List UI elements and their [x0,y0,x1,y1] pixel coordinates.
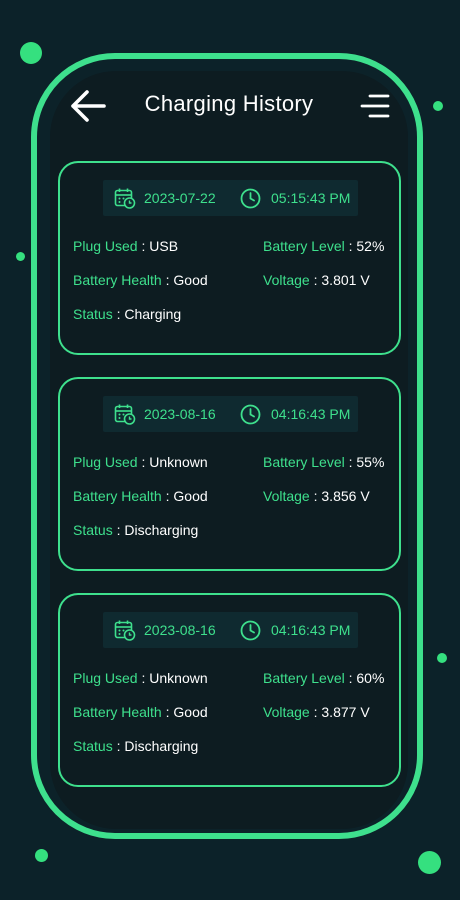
plug-used-label: Plug Used [73,454,138,470]
status-field: Status : Charging [73,306,181,322]
battery-health-label: Battery Health [73,488,162,504]
plug-used-field: Plug Used : USB [73,238,178,254]
status-field: Status : Discharging [73,738,198,754]
plug-used-field: Plug Used : Unknown [73,670,208,686]
battery-level-field: Battery Level : 52% [263,238,384,254]
clock-icon [240,188,261,209]
datetime-bar: 2023-08-16 04:16:43 PM [103,396,358,432]
clock-icon [240,404,261,425]
plug-used-label: Plug Used [73,670,138,686]
battery-health-value: Good [173,704,208,720]
voltage-value: 3.856 V [321,488,370,504]
battery-health-field: Battery Health : Good [73,704,208,720]
separator: : [137,670,150,686]
voltage-field: Voltage : 3.801 V [263,272,370,288]
separator: : [309,704,322,720]
battery-health-field: Battery Health : Good [73,272,208,288]
separator: : [112,522,125,538]
calendar-clock-icon [114,404,136,425]
status-label: Status [73,738,113,754]
decor-dot [418,851,441,874]
voltage-value: 3.801 V [321,272,370,288]
menu-icon [360,94,390,118]
battery-level-label: Battery Level [263,454,345,470]
separator: : [309,272,322,288]
status-value: Discharging [124,738,199,754]
voltage-value: 3.877 V [321,704,370,720]
decor-dot [35,849,48,862]
app-header: Charging History [50,71,408,141]
plug-used-field: Plug Used : Unknown [73,454,208,470]
status-value: Charging [124,306,182,322]
status-value: Discharging [124,522,199,538]
datetime-bar: 2023-07-22 05:15:43 PM [103,180,358,216]
battery-level-value: 55% [356,454,385,470]
decor-dot [16,252,25,261]
voltage-label: Voltage [263,272,310,288]
page-title: Charging History [144,91,314,116]
voltage-field: Voltage : 3.856 V [263,488,370,504]
battery-health-value: Good [173,488,208,504]
record-time: 05:15:43 PM [271,190,351,206]
battery-health-value: Good [173,272,208,288]
decor-dot [433,101,443,111]
battery-health-field: Battery Health : Good [73,488,208,504]
record-date: 2023-08-16 [144,622,216,638]
calendar-clock-icon [114,188,136,209]
separator: : [344,454,357,470]
calendar-clock-icon [114,620,136,641]
separator: : [161,488,174,504]
menu-button[interactable] [360,94,390,118]
plug-used-value: Unknown [149,670,208,686]
record-date: 2023-07-22 [144,190,216,206]
battery-health-label: Battery Health [73,272,162,288]
decor-dot [437,653,447,663]
separator: : [309,488,322,504]
record-date: 2023-08-16 [144,406,216,422]
separator: : [137,238,150,254]
separator: : [161,704,174,720]
separator: : [137,454,150,470]
separator: : [112,306,125,322]
battery-level-label: Battery Level [263,670,345,686]
battery-health-label: Battery Health [73,704,162,720]
battery-level-field: Battery Level : 60% [263,670,384,686]
plug-used-label: Plug Used [73,238,138,254]
separator: : [161,272,174,288]
history-card: 2023-08-16 04:16:43 PM Plug Used : Unkno… [58,377,401,571]
plug-used-value: Unknown [149,454,208,470]
status-label: Status [73,306,113,322]
battery-level-label: Battery Level [263,238,345,254]
datetime-bar: 2023-08-16 04:16:43 PM [103,612,358,648]
decor-dot [20,42,42,64]
voltage-label: Voltage [263,488,310,504]
record-time: 04:16:43 PM [271,622,351,638]
status-label: Status [73,522,113,538]
status-field: Status : Discharging [73,522,198,538]
separator: : [344,670,357,686]
history-card: 2023-07-22 05:15:43 PM Plug Used : USB B… [58,161,401,355]
record-time: 04:16:43 PM [271,406,351,422]
plug-used-value: USB [149,238,179,254]
clock-icon [240,620,261,641]
voltage-field: Voltage : 3.877 V [263,704,370,720]
battery-level-value: 60% [356,670,385,686]
battery-level-field: Battery Level : 55% [263,454,384,470]
separator: : [112,738,125,754]
voltage-label: Voltage [263,704,310,720]
history-card: 2023-08-16 04:16:43 PM Plug Used : Unkno… [58,593,401,787]
separator: : [344,238,357,254]
battery-level-value: 52% [356,238,385,254]
